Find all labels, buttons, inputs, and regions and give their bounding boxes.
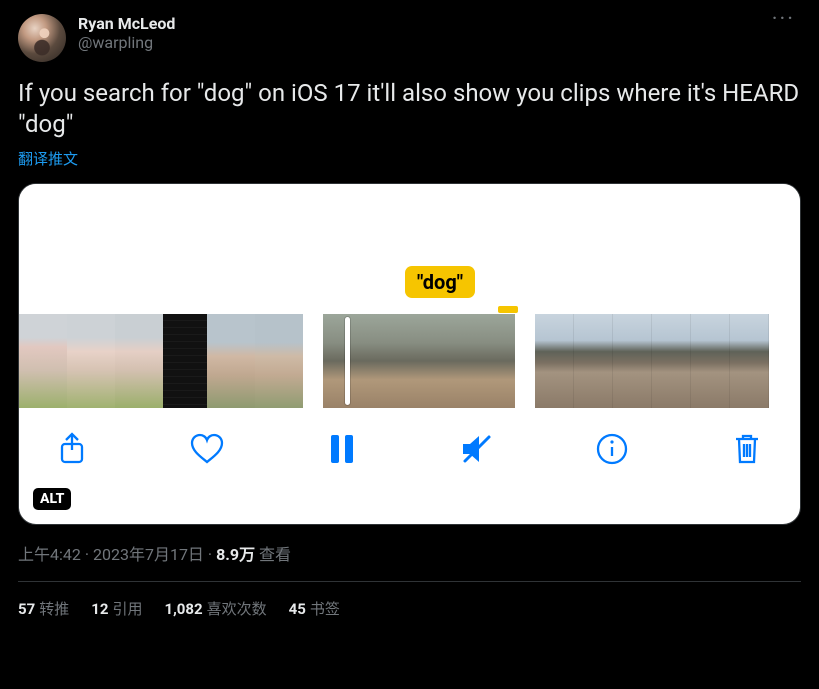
views-count: 8.9万 (216, 545, 255, 564)
clip-timeline (19, 314, 800, 408)
clip-group (19, 314, 303, 408)
clip-frame (163, 314, 207, 408)
heart-button[interactable] (188, 430, 226, 468)
tweet-text: If you search for "dog" on iOS 17 it'll … (18, 78, 801, 140)
share-button[interactable] (53, 430, 91, 468)
clip-group (323, 314, 515, 408)
clip-frame (574, 314, 613, 408)
media-toolbar (19, 408, 800, 468)
clip-frame (207, 314, 255, 408)
media-header: "dog" (19, 184, 800, 314)
views-label: 查看 (255, 545, 291, 564)
more-button[interactable]: ··· (766, 14, 801, 26)
clip-frame (730, 314, 769, 408)
author-block[interactable]: Ryan McLeod @warpling (78, 14, 766, 52)
tweet-meta: 上午4:42 · 2023年7月17日 · 8.9万 查看 (18, 541, 801, 565)
search-tag: "dog" (405, 266, 475, 298)
mute-button[interactable] (458, 430, 496, 468)
clip-frame (652, 314, 691, 408)
clip-frame (67, 314, 115, 408)
clip-frame (613, 314, 652, 408)
tweet-stats: 57转推 12引用 1,082喜欢次数 45书签 (18, 582, 801, 635)
retweets-stat[interactable]: 57转推 (18, 598, 69, 619)
quotes-stat[interactable]: 12引用 (91, 598, 142, 619)
clip-frame (255, 314, 303, 408)
likes-stat[interactable]: 1,082喜欢次数 (164, 598, 266, 619)
date[interactable]: 2023年7月17日 (93, 545, 204, 564)
tweet-header: Ryan McLeod @warpling ··· (18, 14, 801, 62)
alt-badge[interactable]: ALT (33, 488, 71, 510)
handle: @warpling (78, 33, 766, 52)
clip-group (535, 314, 769, 408)
tweet: Ryan McLeod @warpling ··· If you search … (0, 0, 819, 635)
info-button[interactable] (593, 430, 631, 468)
playhead[interactable] (345, 317, 350, 405)
clip-frame (19, 314, 67, 408)
bookmarks-stat[interactable]: 45书签 (289, 598, 340, 619)
clip-frame (691, 314, 730, 408)
translate-link[interactable]: 翻译推文 (18, 148, 801, 169)
trash-button[interactable] (728, 430, 766, 468)
pause-button[interactable] (323, 430, 361, 468)
clip-frame (467, 314, 515, 408)
time[interactable]: 上午4:42 (18, 545, 81, 564)
timeline-marker (498, 306, 518, 313)
avatar[interactable] (18, 14, 66, 62)
clip-frame (371, 314, 419, 408)
clip-frame (535, 314, 574, 408)
display-name: Ryan McLeod (78, 14, 766, 33)
clip-frame (115, 314, 163, 408)
media-attachment[interactable]: "dog" (18, 183, 801, 525)
clip-frame (419, 314, 467, 408)
